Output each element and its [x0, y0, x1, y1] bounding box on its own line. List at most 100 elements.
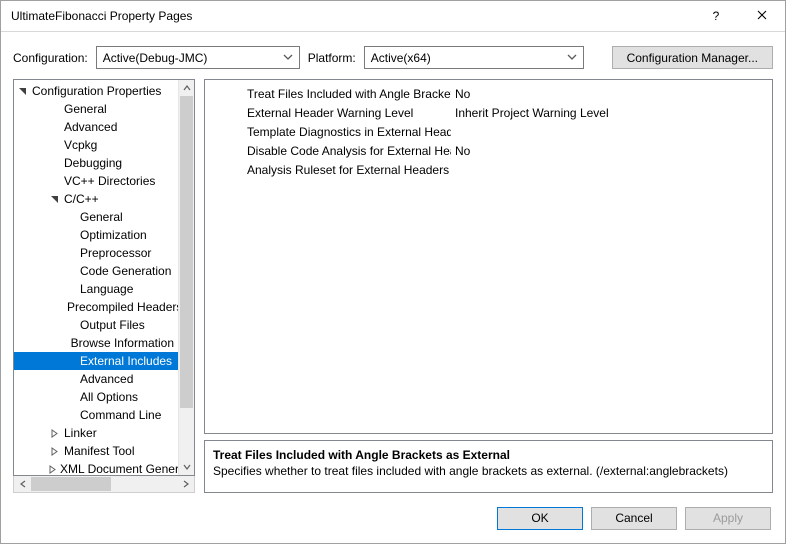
- dialog-window: UltimateFibonacci Property Pages ? Confi…: [0, 0, 786, 544]
- configuration-manager-button[interactable]: Configuration Manager...: [612, 46, 773, 69]
- tree-item[interactable]: General: [14, 100, 178, 118]
- close-button[interactable]: [739, 1, 785, 31]
- tree-spacer: [64, 373, 77, 386]
- expander-open-icon[interactable]: [16, 85, 29, 98]
- tree-spacer: [48, 121, 61, 134]
- expander-open-icon[interactable]: [48, 193, 61, 206]
- property-row[interactable]: Template Diagnostics in External Headers: [247, 122, 766, 141]
- tree-item[interactable]: Manifest Tool: [14, 442, 178, 460]
- tree-spacer: [48, 103, 61, 116]
- platform-label: Platform:: [308, 51, 356, 65]
- expander-closed-icon[interactable]: [48, 445, 61, 458]
- tree-item-label: Output Files: [80, 318, 145, 332]
- tree-item-label: Preprocessor: [80, 246, 151, 260]
- property-name: Disable Code Analysis for External Heade…: [247, 144, 451, 158]
- expander-closed-icon[interactable]: [48, 463, 57, 476]
- tree-item-label: XML Document Generator: [60, 462, 178, 475]
- tree-pane: Configuration Properties General Advanced V…: [13, 79, 195, 476]
- property-row[interactable]: Analysis Ruleset for External Headers: [247, 160, 766, 179]
- apply-button[interactable]: Apply: [685, 507, 771, 530]
- property-name: External Header Warning Level: [247, 106, 451, 120]
- tree-item[interactable]: Optimization: [14, 226, 178, 244]
- titlebar: UltimateFibonacci Property Pages ?: [1, 1, 785, 32]
- property-grid: Treat Files Included with Angle Brackets…: [204, 79, 773, 434]
- main-area: Configuration Properties General Advanced V…: [1, 79, 785, 493]
- chevron-down-icon: [281, 50, 295, 64]
- configuration-manager-label: Configuration Manager...: [627, 51, 758, 65]
- property-row[interactable]: Disable Code Analysis for External Heade…: [247, 141, 766, 160]
- property-name: Treat Files Included with Angle Brackets: [247, 87, 451, 101]
- tree-column: Configuration Properties General Advanced V…: [13, 79, 195, 493]
- property-value[interactable]: No: [451, 144, 766, 158]
- help-button[interactable]: ?: [693, 1, 739, 31]
- configuration-value: Active(Debug-JMC): [103, 51, 208, 65]
- tree-item[interactable]: XML Document Generator: [14, 460, 178, 475]
- tree-item-label: Command Line: [80, 408, 161, 422]
- help-pane: Treat Files Included with Angle Brackets…: [204, 440, 773, 493]
- scroll-thumb[interactable]: [31, 477, 111, 491]
- configuration-label: Configuration:: [13, 51, 88, 65]
- property-row[interactable]: Treat Files Included with Angle Brackets…: [247, 84, 766, 103]
- scroll-track[interactable]: [31, 476, 177, 492]
- ok-label: OK: [531, 511, 548, 525]
- scroll-track[interactable]: [179, 96, 194, 459]
- tree-item[interactable]: Browse Information: [14, 334, 178, 352]
- ok-button[interactable]: OK: [497, 507, 583, 530]
- tree-item-label: Manifest Tool: [64, 444, 134, 458]
- platform-combo[interactable]: Active(x64): [364, 46, 584, 69]
- tree-spacer: [64, 211, 77, 224]
- tree-item[interactable]: Linker: [14, 424, 178, 442]
- cancel-button[interactable]: Cancel: [591, 507, 677, 530]
- property-row[interactable]: External Header Warning LevelInherit Pro…: [247, 103, 766, 122]
- tree-item-label: General: [80, 210, 123, 224]
- tree-item[interactable]: Debugging: [14, 154, 178, 172]
- scroll-left-icon[interactable]: [14, 476, 31, 492]
- tree-spacer: [64, 283, 77, 296]
- tree-item-label: Advanced: [80, 372, 133, 386]
- tree-item[interactable]: Output Files: [14, 316, 178, 334]
- tree-item-label: Language: [80, 282, 133, 296]
- tree-item[interactable]: External Includes: [14, 352, 178, 370]
- tree-spacer: [64, 247, 77, 260]
- tree-vertical-scrollbar[interactable]: [178, 80, 194, 475]
- tree-item[interactable]: Configuration Properties: [14, 82, 178, 100]
- scroll-down-icon[interactable]: [179, 459, 194, 475]
- tree-item[interactable]: C/C++: [14, 190, 178, 208]
- tree-item[interactable]: VC++ Directories: [14, 172, 178, 190]
- tree-item-label: Vcpkg: [64, 138, 97, 152]
- tree-item[interactable]: Command Line: [14, 406, 178, 424]
- tree[interactable]: Configuration Properties General Advanced V…: [14, 80, 178, 475]
- tree-item[interactable]: Advanced: [14, 118, 178, 136]
- tree-item[interactable]: Language: [14, 280, 178, 298]
- tree-spacer: [64, 229, 77, 242]
- expander-closed-icon[interactable]: [48, 427, 61, 440]
- property-value[interactable]: No: [451, 87, 766, 101]
- tree-item-label: Advanced: [64, 120, 117, 134]
- tree-item-label: C/C++: [64, 192, 99, 206]
- tree-item[interactable]: All Options: [14, 388, 178, 406]
- config-row: Configuration: Active(Debug-JMC) Platfor…: [1, 32, 785, 79]
- scroll-thumb[interactable]: [180, 96, 193, 408]
- tree-spacer: [48, 157, 61, 170]
- property-value[interactable]: Inherit Project Warning Level: [451, 106, 766, 120]
- tree-item[interactable]: General: [14, 208, 178, 226]
- tree-item[interactable]: Preprocessor: [14, 244, 178, 262]
- tree-item-label: Linker: [64, 426, 97, 440]
- help-body: Specifies whether to treat files include…: [213, 463, 764, 479]
- configuration-combo[interactable]: Active(Debug-JMC): [96, 46, 300, 69]
- dialog-footer: OK Cancel Apply: [1, 493, 785, 543]
- right-column: Treat Files Included with Angle Brackets…: [204, 79, 773, 493]
- tree-item-label: Browse Information: [71, 336, 174, 350]
- tree-spacer: [64, 319, 77, 332]
- tree-horizontal-scrollbar[interactable]: [13, 476, 195, 493]
- tree-item-label: General: [64, 102, 107, 116]
- tree-item[interactable]: Precompiled Headers: [14, 298, 178, 316]
- scroll-up-icon[interactable]: [179, 80, 194, 96]
- tree-item[interactable]: Vcpkg: [14, 136, 178, 154]
- window-title: UltimateFibonacci Property Pages: [11, 9, 693, 23]
- help-icon: ?: [713, 9, 720, 23]
- platform-value: Active(x64): [371, 51, 431, 65]
- scroll-right-icon[interactable]: [177, 476, 194, 492]
- tree-item[interactable]: Code Generation: [14, 262, 178, 280]
- tree-item[interactable]: Advanced: [14, 370, 178, 388]
